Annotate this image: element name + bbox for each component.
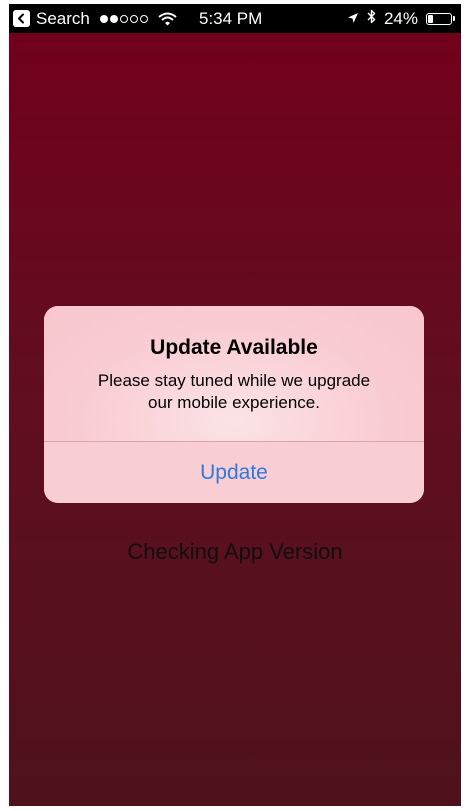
battery-percentage: 24% [383,8,418,28]
status-bar-right: 24% [339,8,455,29]
alert-message-line-1: Please stay tuned while we upgrade [97,371,371,390]
cellular-signal-icon [99,14,150,23]
status-bar-time: 5:34 PM [199,9,263,28]
back-arrow-icon[interactable] [13,10,30,27]
battery-level-fill [428,14,434,23]
alert-message: Please stay tuned while we upgrade our m… [64,370,404,414]
update-alert-dialog: Update Available Please stay tuned while… [44,306,424,503]
app-screen: Search 5:34 PM 24% Checking App Version … [9,4,461,806]
bluetooth-icon [367,9,376,29]
battery-icon [426,12,455,25]
status-bar-left[interactable]: Search [13,8,177,29]
alert-title: Update Available [150,336,318,359]
location-arrow-icon [347,9,359,29]
back-to-search-link[interactable]: Search [36,9,90,29]
alert-content: Update Available Please stay tuned while… [44,306,424,441]
alert-message-line-2: our mobile experience. [148,393,320,412]
wifi-icon [158,12,177,26]
update-button[interactable]: Update [44,442,424,503]
status-bar: Search 5:34 PM 24% [9,4,461,33]
